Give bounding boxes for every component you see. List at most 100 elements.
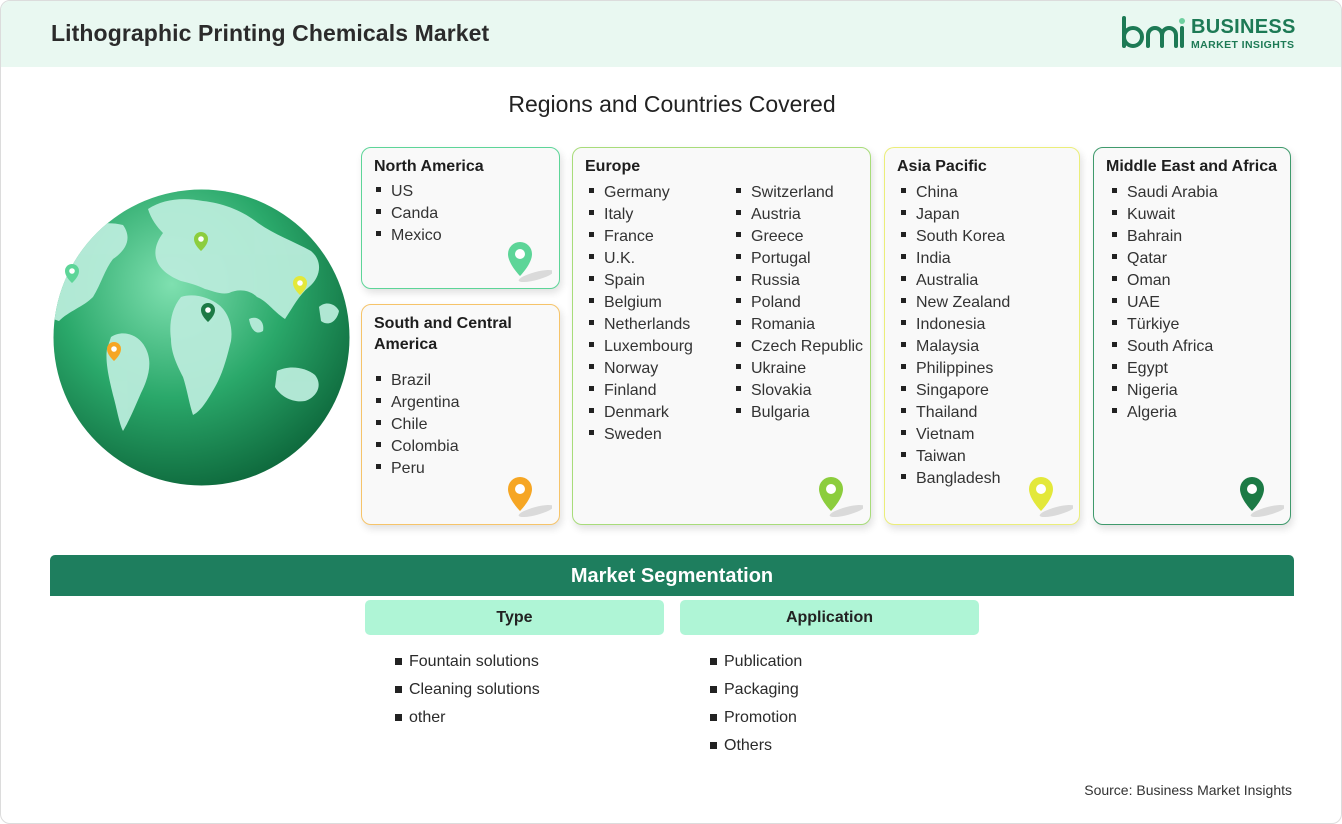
list-item: Slovakia: [736, 380, 863, 402]
list-item: Egypt: [1112, 358, 1218, 380]
list-item: Spain: [589, 270, 693, 292]
list-item: Netherlands: [589, 314, 693, 336]
country-list: China Japan South Korea India Australia …: [901, 182, 1010, 490]
list-item: Indonesia: [901, 314, 1010, 336]
list-item: Russia: [736, 270, 863, 292]
list-item: France: [589, 226, 693, 248]
segmentation-bar: Market Segmentation: [50, 555, 1294, 596]
type-list: Fountain solutions Cleaning solutions ot…: [395, 648, 540, 732]
list-item: Vietnam: [901, 424, 1010, 446]
list-item: Brazil: [376, 370, 460, 392]
list-item: Argentina: [376, 392, 460, 414]
list-item: Mexico: [376, 225, 442, 247]
list-item: Bangladesh: [901, 468, 1010, 490]
segmentation-title: Market Segmentation: [570, 565, 774, 587]
list-item: Romania: [736, 314, 863, 336]
logo-text-market-insights: MARKET INSIGHTS: [1191, 39, 1295, 51]
logo-text-business: BUSINESS: [1191, 16, 1296, 38]
region-title: Asia Pacific: [897, 158, 987, 175]
country-list: US Canda Mexico: [376, 181, 442, 247]
list-item: Bulgaria: [736, 402, 863, 424]
segment-header-application: Application: [680, 600, 979, 635]
list-item: Norway: [589, 358, 693, 380]
list-item: Nigeria: [1112, 380, 1218, 402]
bmi-logo-mark-icon: [1122, 16, 1185, 48]
list-item: New Zealand: [901, 292, 1010, 314]
source-note: Source: Business Market Insights: [1084, 782, 1292, 798]
list-item: Promotion: [710, 704, 802, 732]
segment-header-label: Type: [496, 609, 533, 626]
list-item: Switzerland: [736, 182, 863, 204]
list-item: US: [376, 181, 442, 203]
list-item: Portugal: [736, 248, 863, 270]
list-item: Kuwait: [1112, 204, 1218, 226]
segment-header-type: Type: [365, 600, 664, 635]
list-item: India: [901, 248, 1010, 270]
list-item: Algeria: [1112, 402, 1218, 424]
list-item: Saudi Arabia: [1112, 182, 1218, 204]
region-title: Middle East and Africa: [1106, 158, 1277, 175]
bmi-logo: BUSINESS MARKET INSIGHTS: [1119, 15, 1299, 53]
list-item: Thailand: [901, 402, 1010, 424]
country-list-col2: Switzerland Austria Greece Portugal Russ…: [736, 182, 863, 424]
map-pin-icon: [508, 242, 552, 283]
list-item: U.K.: [589, 248, 693, 270]
list-item: Others: [710, 732, 802, 760]
region-title: North America: [374, 158, 484, 175]
map-pin-icon: [1240, 477, 1284, 518]
map-pin-icon: [1029, 477, 1073, 518]
list-item: Malaysia: [901, 336, 1010, 358]
region-card-south-central-america: South and Central America Brazil Argenti…: [361, 304, 560, 525]
page-title: Lithographic Printing Chemicals Market: [51, 20, 490, 46]
map-pin-icon: [819, 477, 863, 518]
country-list: Saudi Arabia Kuwait Bahrain Qatar Oman U…: [1112, 182, 1218, 424]
list-item: Türkiye: [1112, 314, 1218, 336]
list-item: Denmark: [589, 402, 693, 424]
list-item: Germany: [589, 182, 693, 204]
list-item: Bahrain: [1112, 226, 1218, 248]
list-item: Luxembourg: [589, 336, 693, 358]
segment-header-label: Application: [785, 609, 874, 626]
list-item: Chile: [376, 414, 460, 436]
list-item: Australia: [901, 270, 1010, 292]
list-item: Fountain solutions: [395, 648, 540, 676]
list-item: South Korea: [901, 226, 1010, 248]
list-item: Czech Republic: [736, 336, 863, 358]
region-title: South and Central America: [374, 315, 512, 353]
application-list: Publication Packaging Promotion Others: [710, 648, 802, 760]
list-item: Singapore: [901, 380, 1010, 402]
list-item: Packaging: [710, 676, 802, 704]
list-item: Austria: [736, 204, 863, 226]
region-card-asia-pacific: Asia Pacific China Japan South Korea Ind…: [884, 147, 1080, 525]
list-item: Greece: [736, 226, 863, 248]
infographic: Lithographic Printing Chemicals Market B…: [0, 0, 1342, 824]
region-card-north-america: North America US Canda Mexico: [361, 147, 560, 289]
list-item: Canda: [376, 203, 442, 225]
globe-icon: [53, 189, 350, 486]
list-item: Taiwan: [901, 446, 1010, 468]
list-item: UAE: [1112, 292, 1218, 314]
header-bar: Lithographic Printing Chemicals Market B…: [1, 1, 1341, 67]
list-item: South Africa: [1112, 336, 1218, 358]
list-item: Ukraine: [736, 358, 863, 380]
regions-section-title: Regions and Countries Covered: [508, 91, 836, 117]
country-list: Brazil Argentina Chile Colombia Peru: [376, 370, 460, 480]
country-list-col1: Germany Italy France U.K. Spain Belgium …: [589, 182, 693, 446]
list-item: Publication: [710, 648, 802, 676]
list-item: Cleaning solutions: [395, 676, 540, 704]
region-title: Europe: [585, 158, 641, 175]
list-item: Poland: [736, 292, 863, 314]
list-item: Sweden: [589, 424, 693, 446]
map-pin-icon: [508, 477, 552, 518]
list-item: Finland: [589, 380, 693, 402]
region-card-europe: Europe Germany Italy France U.K. Spain B…: [572, 147, 871, 525]
list-item: Italy: [589, 204, 693, 226]
list-item: China: [901, 182, 1010, 204]
list-item: Qatar: [1112, 248, 1218, 270]
list-item: other: [395, 704, 540, 732]
list-item: Belgium: [589, 292, 693, 314]
list-item: Oman: [1112, 270, 1218, 292]
list-item: Peru: [376, 458, 460, 480]
list-item: Japan: [901, 204, 1010, 226]
list-item: Philippines: [901, 358, 1010, 380]
